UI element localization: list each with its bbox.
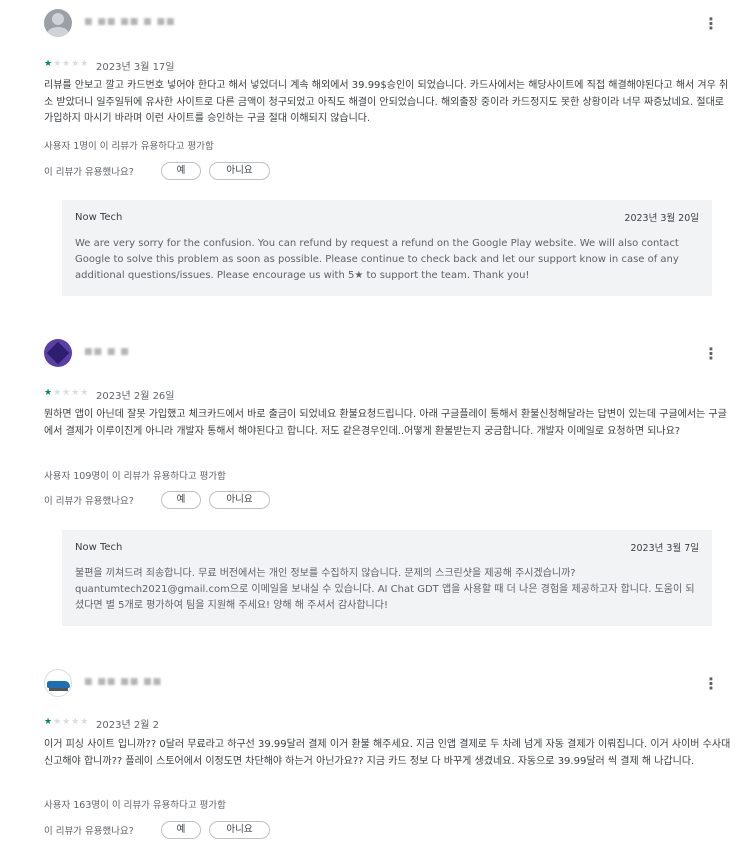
helpful-yes-button[interactable]: 예: [161, 491, 201, 509]
star-empty-icon: ★★★★: [53, 59, 90, 69]
reply-text: We are very sorry for the confusion. You…: [75, 238, 679, 281]
rating-stars: ★★★★★: [44, 59, 89, 69]
reviewer-name: ■ ■■ ■■ ■ ■■: [84, 17, 176, 27]
developer-name: Now Tech: [75, 212, 123, 223]
review-date: 2023년 3월 17일: [96, 62, 175, 73]
reply-text: 불편을 끼쳐드려 죄송합니다. 무료 버전에서는 개인 정보를 수집하지 않습니…: [75, 568, 695, 611]
avatar: [44, 9, 72, 37]
helpful-question: 이 리뷰가 유용했나요?: [44, 496, 134, 507]
reviewer-name: ■■ ■ ■: [84, 347, 130, 357]
review-text: 이거 피싱 사이트 입니까?? 0달러 무료라고 하구선 39.99달러 결제 …: [44, 739, 731, 767]
helpful-count: 사용자 163명이 이 리뷰가 유용하다고 평가함: [44, 800, 226, 811]
developer-name: Now Tech: [75, 542, 123, 553]
review-date: 2023년 2월 26일: [96, 391, 175, 402]
rating-stars: ★★★★★: [44, 717, 89, 727]
star-filled-icon: ★: [44, 717, 54, 727]
helpful-count: 사용자 1명이 이 리뷰가 유용하다고 평가함: [44, 141, 214, 152]
avatar: [44, 339, 72, 367]
helpful-no-button[interactable]: 아니요: [209, 162, 270, 180]
helpful-question: 이 리뷰가 유용했나요?: [44, 826, 134, 837]
star-filled-icon: ★: [44, 59, 54, 69]
helpful-yes-button[interactable]: 예: [161, 162, 201, 180]
review-text: 뭔하면 앱이 아닌데 잘못 가입했고 체크카드에서 바로 출금이 되었네요 환불…: [44, 409, 727, 437]
helpful-no-button[interactable]: 아니요: [209, 821, 270, 839]
more-vert-icon[interactable]: ⋮: [703, 676, 719, 692]
rating-stars: ★★★★★: [44, 388, 89, 398]
review-text: 리뷰를 안보고 깔고 카드번호 넣어야 한다고 해서 넣었더니 계속 해외에서 …: [44, 80, 729, 124]
star-empty-icon: ★★★★: [53, 388, 90, 398]
helpful-count: 사용자 109명이 이 리뷰가 유용하다고 평가함: [44, 471, 226, 482]
helpful-yes-button[interactable]: 예: [161, 821, 201, 839]
star-filled-icon: ★: [44, 388, 54, 398]
review-date: 2023년 2월 2: [96, 720, 159, 731]
helpful-question: 이 리뷰가 유용했나요?: [44, 167, 134, 178]
avatar: [44, 669, 72, 697]
reply-date: 2023년 3월 20일: [624, 213, 699, 224]
reply-date: 2023년 3월 7일: [630, 543, 699, 554]
developer-reply: Now Tech 2023년 3월 7일 불편을 끼쳐드려 죄송합니다. 무료 …: [62, 530, 712, 626]
more-vert-icon[interactable]: ⋮: [703, 346, 719, 362]
more-vert-icon[interactable]: ⋮: [703, 16, 719, 32]
star-empty-icon: ★★★★: [53, 717, 90, 727]
reviewer-name: ■ ■■ ■■ ■■: [84, 677, 163, 687]
helpful-no-button[interactable]: 아니요: [209, 491, 270, 509]
developer-reply: Now Tech 2023년 3월 20일 We are very sorry …: [62, 200, 712, 296]
